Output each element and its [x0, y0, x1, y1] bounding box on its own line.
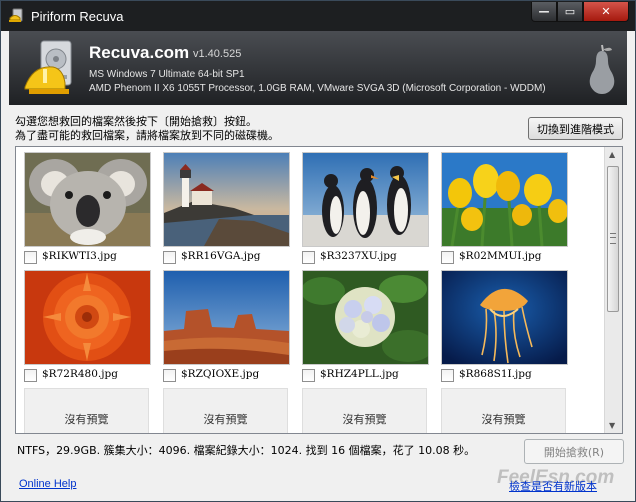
minimize-icon: — — [538, 5, 550, 18]
thumbnail-image[interactable] — [24, 270, 151, 365]
file-tile[interactable]: 沒有預覽 — [302, 388, 429, 433]
file-name: $R02MMUI.jpg — [459, 250, 542, 262]
penguins-picture — [303, 153, 428, 246]
app-header: Recuva.com v1.40.525 MS Windows 7 Ultima… — [9, 31, 627, 105]
thumbnail-image[interactable] — [302, 270, 429, 365]
thumbnail-image[interactable] — [24, 152, 151, 247]
minimize-button[interactable]: — — [531, 2, 557, 22]
close-button[interactable]: ✕ — [583, 2, 629, 22]
thumbnail-image[interactable] — [302, 152, 429, 247]
lighthouse-picture — [164, 153, 289, 246]
maximize-icon: ▭ — [564, 5, 576, 18]
file-tile[interactable]: $R02MMUI.jpg — [441, 152, 568, 264]
grip-icon — [610, 233, 616, 244]
file-tile[interactable]: $R868S1I.jpg — [441, 270, 568, 382]
file-name: $R72R480.jpg — [42, 368, 118, 380]
thumbnail-image[interactable] — [163, 270, 290, 365]
file-thumbnail-list[interactable]: $RIKWTI3.jpg $RR16VGA.jpg $R3237XU.jpg $… — [15, 146, 623, 434]
vertical-scrollbar[interactable]: ▲ ▼ — [604, 147, 622, 433]
instruction-line-2: 為了盡可能的救回檔案，請將檔案放到不同的磁碟機。 — [15, 129, 279, 142]
scroll-down-icon[interactable]: ▼ — [609, 421, 615, 430]
file-tile[interactable]: 沒有預覽 — [163, 388, 290, 433]
file-name: $RIKWTI3.jpg — [42, 250, 117, 262]
file-name: $RR16VGA.jpg — [181, 250, 261, 262]
file-tile[interactable]: 沒有預覽 — [441, 388, 568, 433]
file-tile[interactable]: $RR16VGA.jpg — [163, 152, 290, 264]
jellyfish-picture — [442, 271, 567, 364]
window-title: Piriform Recuva — [31, 9, 124, 24]
hardware-info: AMD Phenom II X6 1055T Processor, 1.0GB … — [89, 83, 546, 94]
os-info: MS Windows 7 Ultimate 64-bit SP1 — [89, 69, 245, 80]
file-checkbox[interactable] — [441, 251, 454, 264]
file-name: $R3237XU.jpg — [320, 250, 397, 262]
chrysanthemum-picture — [25, 271, 150, 364]
app-name: Recuva.com — [89, 43, 190, 62]
recover-button[interactable]: 開始搶救(R) — [524, 439, 624, 464]
file-checkbox[interactable] — [302, 251, 315, 264]
file-name: $RHZ4PLL.jpg — [320, 368, 399, 380]
scroll-up-icon[interactable]: ▲ — [609, 150, 615, 159]
file-tile[interactable]: $R3237XU.jpg — [302, 152, 429, 264]
check-updates-link[interactable]: 檢查是否有新版本 — [509, 478, 597, 494]
thumbnail-image[interactable] — [441, 152, 568, 247]
file-checkbox[interactable] — [24, 251, 37, 264]
advanced-mode-button[interactable]: 切換到進階模式 — [528, 117, 623, 140]
no-preview-placeholder[interactable]: 沒有預覽 — [24, 388, 149, 433]
title-bar[interactable]: Piriform Recuva — ▭ ✕ — [1, 1, 635, 31]
desert-picture — [164, 271, 289, 364]
close-icon: ✕ — [601, 5, 611, 18]
status-text: NTFS，29.9GB. 簇集大小：4096. 檔案紀錄大小：1024. 找到 … — [17, 444, 476, 457]
no-preview-placeholder[interactable]: 沒有預覽 — [163, 388, 288, 433]
window-controls: — ▭ ✕ — [531, 2, 629, 22]
thumbnail-image[interactable] — [163, 152, 290, 247]
maximize-button[interactable]: ▭ — [557, 2, 583, 22]
file-checkbox[interactable] — [441, 369, 454, 382]
online-help-link[interactable]: Online Help — [19, 478, 76, 490]
no-preview-placeholder[interactable]: 沒有預覽 — [441, 388, 566, 433]
recuva-app-icon — [9, 8, 23, 22]
file-tile[interactable]: $RZQIOXE.jpg — [163, 270, 290, 382]
no-preview-placeholder[interactable]: 沒有預覽 — [302, 388, 427, 433]
tulips-picture — [442, 153, 567, 246]
file-name: $R868S1I.jpg — [459, 368, 532, 380]
file-tile[interactable]: $RIKWTI3.jpg — [24, 152, 151, 264]
file-checkbox[interactable] — [163, 369, 176, 382]
file-name: $RZQIOXE.jpg — [181, 368, 260, 380]
file-checkbox[interactable] — [24, 369, 37, 382]
hydrangeas-picture — [303, 271, 428, 364]
file-tile[interactable]: $R72R480.jpg — [24, 270, 151, 382]
file-tile[interactable]: $RHZ4PLL.jpg — [302, 270, 429, 382]
recuva-logo-icon — [24, 40, 72, 94]
koala-picture — [25, 153, 150, 246]
app-version: v1.40.525 — [193, 48, 242, 60]
file-tile[interactable]: 沒有預覽 — [24, 388, 151, 433]
thumbnail-image[interactable] — [441, 270, 568, 365]
scrollbar-thumb[interactable] — [607, 166, 619, 312]
recuva-window: Piriform Recuva — ▭ ✕ Recuva.com v1.40.5… — [0, 0, 636, 502]
piriform-pear-icon — [589, 44, 615, 94]
file-checkbox[interactable] — [302, 369, 315, 382]
file-checkbox[interactable] — [163, 251, 176, 264]
